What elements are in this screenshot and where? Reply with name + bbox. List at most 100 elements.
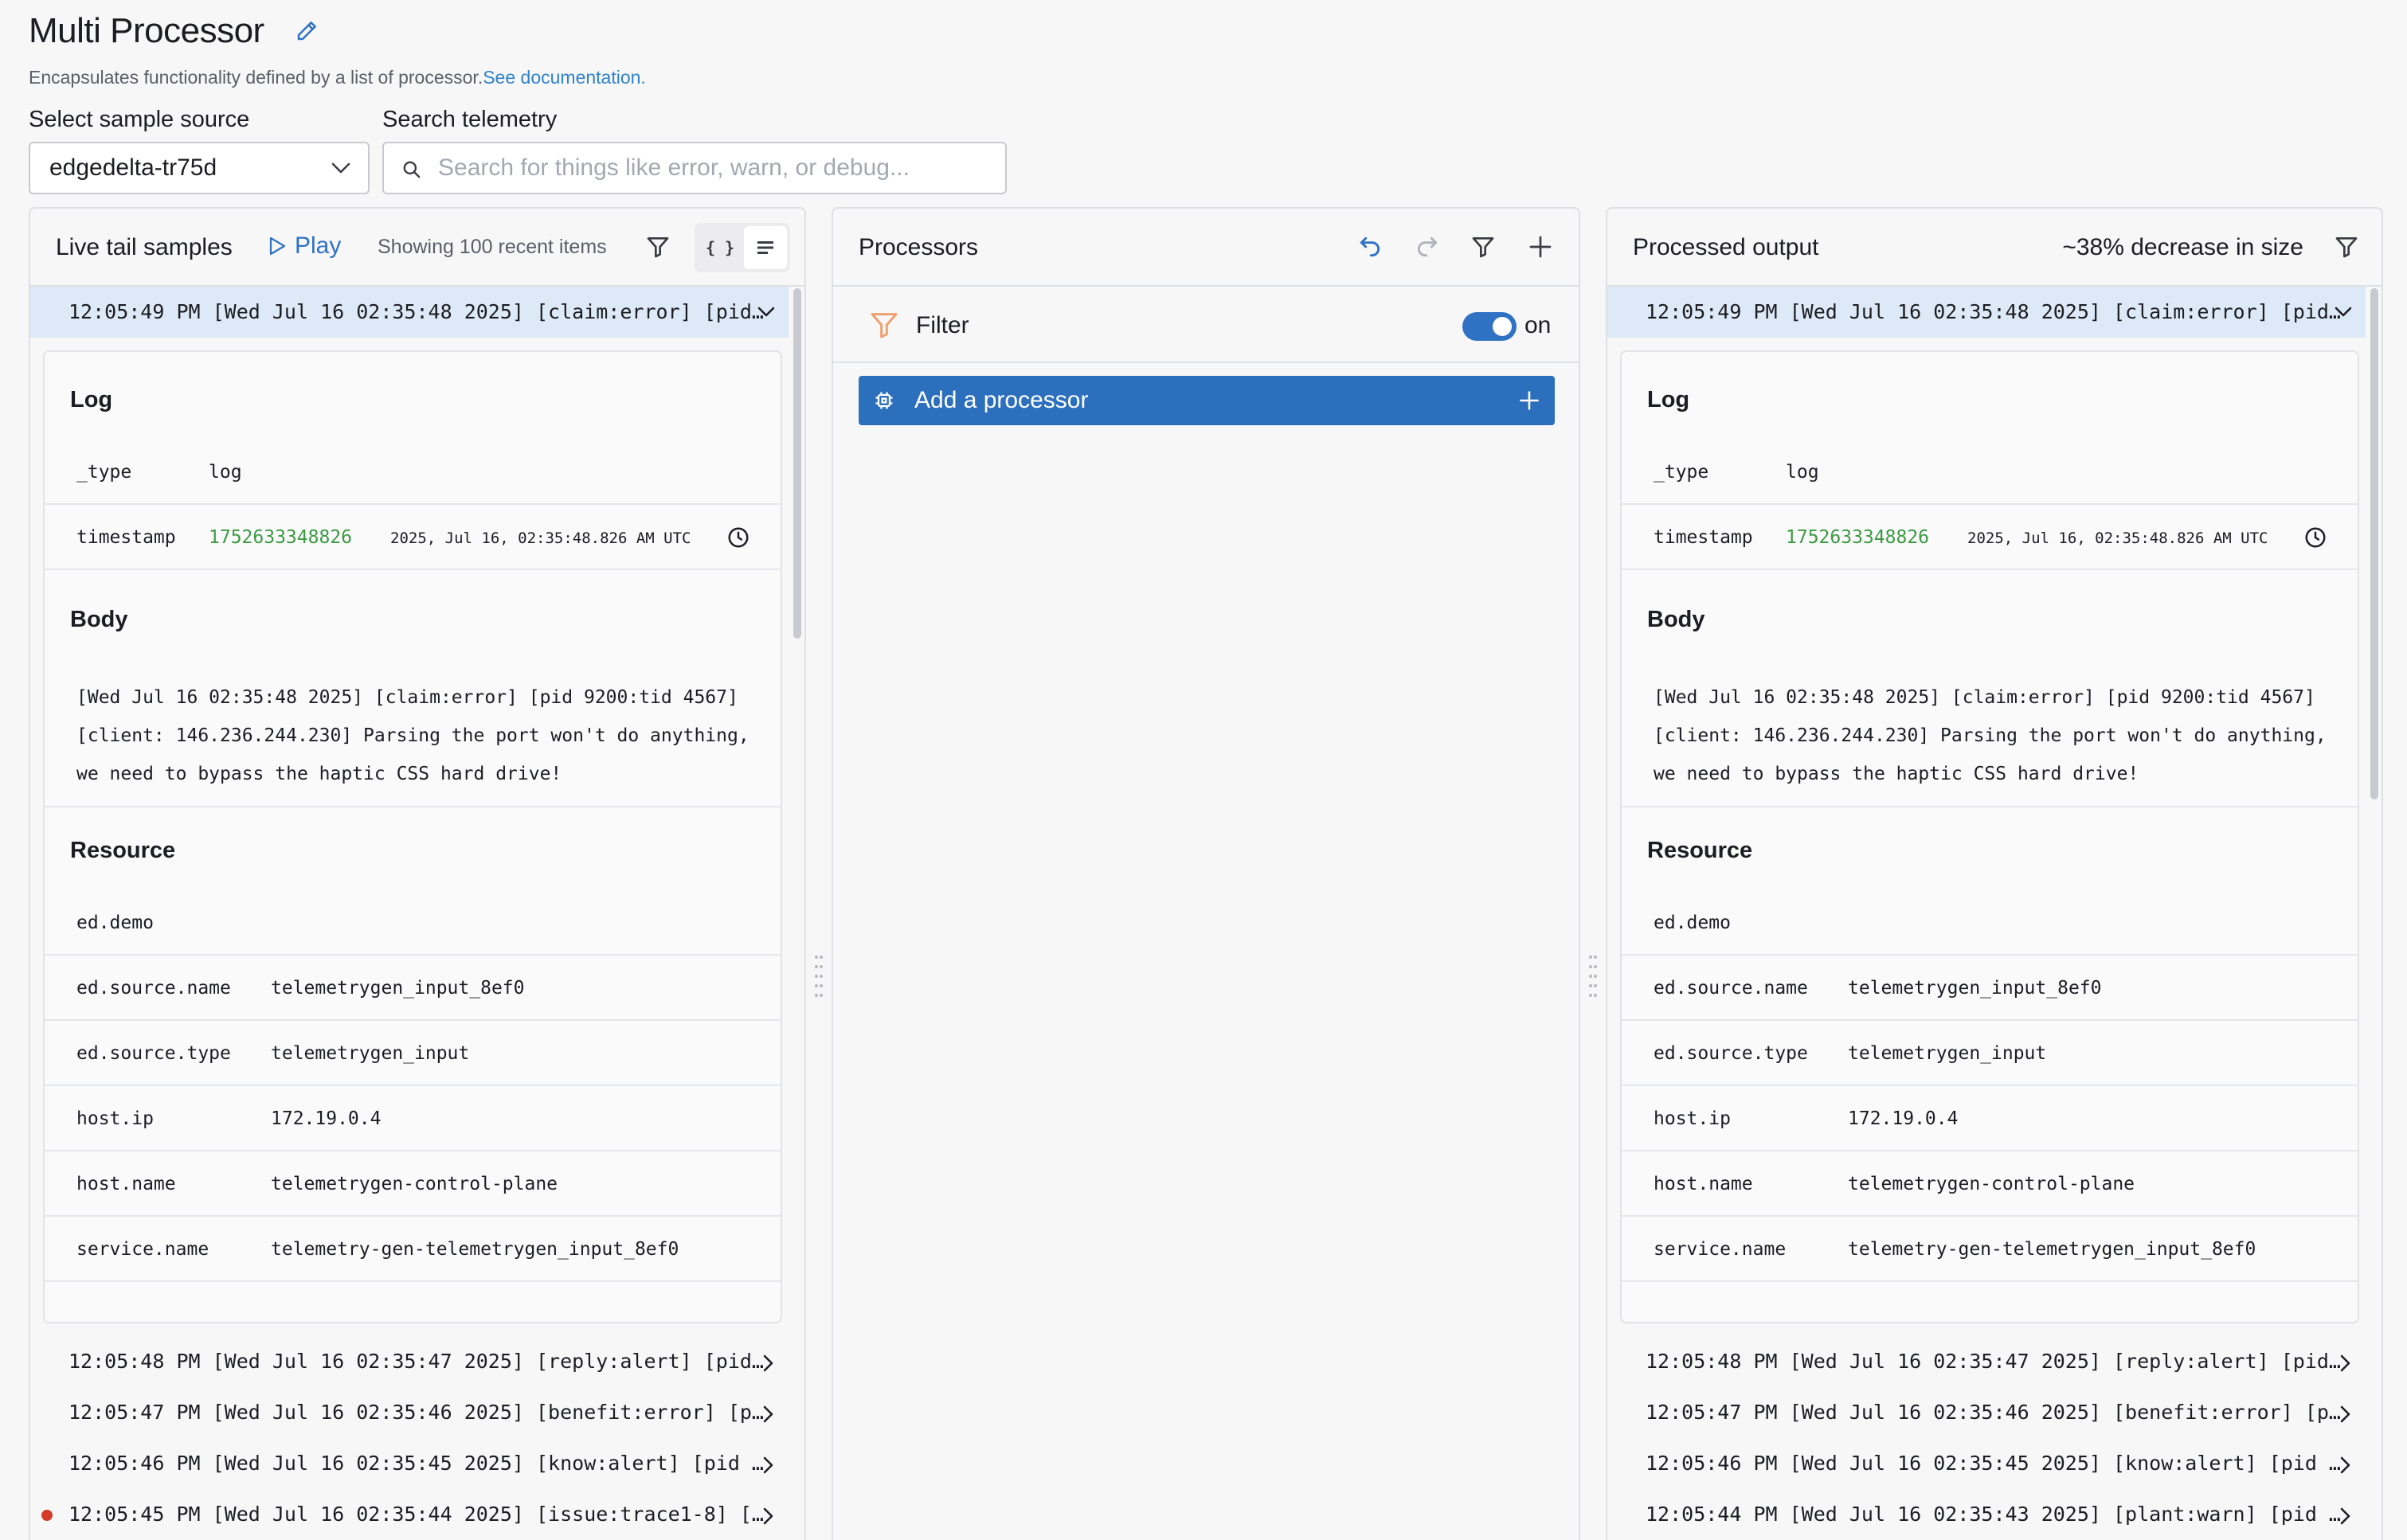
timestamp-row: timestamp 1752633348826 2025, Jul 16, 02… [1622, 505, 2358, 570]
clock-icon[interactable] [726, 526, 750, 549]
log-row[interactable]: 12:05:45 PM [Wed Jul 16 02:35:44 2025] [… [30, 1489, 789, 1540]
resource-key: ed.source.type [76, 1043, 231, 1064]
scrollbar[interactable] [793, 288, 801, 639]
json-view-icon[interactable]: { } [698, 226, 742, 269]
drag-handle-icon[interactable] [814, 952, 824, 1005]
page-subtitle: Encapsulates functionality defined by a … [29, 67, 646, 88]
resource-section-title: Resource [70, 838, 176, 863]
type-value: log [209, 462, 242, 483]
error-dot [41, 1510, 53, 1521]
log-row[interactable]: 12:05:47 PM [Wed Jul 16 02:35:46 2025] [… [1607, 1387, 2366, 1438]
log-row[interactable]: 12:05:48 PM [Wed Jul 16 02:35:47 2025] [… [30, 1336, 789, 1387]
processed-output-title: Processed output [1633, 234, 1819, 260]
clock-icon[interactable] [2303, 526, 2327, 549]
redo-icon[interactable] [1415, 234, 1440, 260]
resource-value: 172.19.0.4 [271, 1108, 382, 1129]
plus-icon[interactable] [1528, 234, 1553, 260]
filter-label: Filter [916, 312, 969, 338]
body-section-title: Body [70, 607, 128, 632]
chevron-down-icon [2335, 307, 2352, 317]
play-label: Play [295, 233, 342, 259]
selected-log-row[interactable]: 12:05:49 PM [Wed Jul 16 02:35:48 2025] [… [1607, 287, 2366, 338]
resource-key: service.name [1654, 1239, 1787, 1260]
resource-value: telemetry-gen-telemetrygen_input_8ef0 [271, 1239, 679, 1260]
log-row-text: 12:05:48 PM [Wed Jul 16 02:35:47 2025] [… [68, 1350, 764, 1373]
log-row-text: 12:05:49 PM [Wed Jul 16 02:35:48 2025] [… [68, 300, 764, 323]
plus-icon [1520, 391, 1539, 410]
search-telemetry-box[interactable] [382, 142, 1007, 194]
resource-key: ed.demo [76, 913, 154, 933]
page-header: Multi Processor [29, 11, 319, 51]
log-row[interactable]: 12:05:44 PM [Wed Jul 16 02:35:43 2025] [… [1607, 1489, 2366, 1540]
resource-section-title: Resource [1647, 838, 1753, 863]
chevron-right-icon [2340, 1456, 2350, 1474]
log-row-text: 12:05:44 PM [Wed Jul 16 02:35:43 2025] [… [1646, 1503, 2341, 1526]
log-row-text: 12:05:46 PM [Wed Jul 16 02:35:45 2025] [… [1646, 1452, 2341, 1475]
resource-value: telemetrygen-control-plane [271, 1174, 558, 1194]
list-view-icon[interactable] [744, 226, 787, 269]
log-row[interactable]: 12:05:47 PM [Wed Jul 16 02:35:46 2025] [… [30, 1387, 789, 1438]
chevron-right-icon [2340, 1405, 2350, 1423]
log-row[interactable]: 12:05:46 PM [Wed Jul 16 02:35:45 2025] [… [1607, 1438, 2366, 1489]
resource-row: host.ip 172.19.0.4 [45, 1086, 781, 1151]
documentation-link[interactable]: See documentation. [483, 67, 646, 88]
log-row[interactable]: 12:05:46 PM [Wed Jul 16 02:35:45 2025] [… [30, 1438, 789, 1489]
resource-value: telemetry-gen-telemetrygen_input_8ef0 [1848, 1239, 2256, 1260]
processed-output-panel: Processed output ~38% decrease in size 1… [1606, 207, 2383, 1540]
resource-value: 172.19.0.4 [1848, 1108, 1959, 1129]
chevron-down-icon [331, 162, 350, 174]
resource-row: ed.source.type telemetrygen_input [45, 1021, 781, 1086]
resource-key: ed.source.type [1654, 1043, 1808, 1064]
search-input[interactable] [438, 143, 988, 193]
resource-value: telemetrygen_input [1848, 1043, 2047, 1064]
resource-row: ed.source.name telemetrygen_input_8ef0 [1622, 956, 2358, 1021]
search-icon [403, 161, 421, 178]
timestamp-human: 2025, Jul 16, 02:35:48.826 AM UTC [390, 530, 691, 547]
sample-source-select[interactable]: edgedelta-tr75d [29, 142, 370, 194]
resource-row: host.ip 172.19.0.4 [1622, 1086, 2358, 1151]
processor-chip-icon [875, 392, 893, 409]
processors-panel: Processors Filter on Add a processor [832, 207, 1580, 1540]
filter-icon [871, 313, 898, 338]
timestamp-value: 1752633348826 [1786, 527, 1930, 548]
log-row-text: 12:05:47 PM [Wed Jul 16 02:35:46 2025] [… [68, 1401, 764, 1424]
resource-value: telemetrygen_input_8ef0 [1848, 978, 2102, 999]
live-tail-panel: Live tail samples Play Showing 100 recen… [29, 207, 806, 1540]
scrollbar[interactable] [2370, 288, 2378, 799]
log-row[interactable]: 12:05:48 PM [Wed Jul 16 02:35:47 2025] [… [1607, 1336, 2366, 1387]
type-key: _type [76, 462, 132, 483]
add-processor-button[interactable]: Add a processor [859, 376, 1555, 425]
selected-log-row[interactable]: 12:05:49 PM [Wed Jul 16 02:35:48 2025] [… [30, 287, 789, 338]
resource-row: service.name telemetry-gen-telemetrygen_… [45, 1217, 781, 1282]
timestamp-key: timestamp [1654, 527, 1753, 548]
processors-title: Processors [859, 234, 979, 260]
drag-handle-icon[interactable] [1588, 952, 1598, 1005]
filter-icon[interactable] [2334, 234, 2359, 260]
filter-icon[interactable] [1470, 234, 1496, 260]
chevron-right-icon [2340, 1507, 2350, 1525]
view-toggle: { } [695, 223, 790, 272]
undo-icon[interactable] [1357, 234, 1383, 260]
resource-row: ed.source.type telemetrygen_input [1622, 1021, 2358, 1086]
filter-toggle[interactable] [1462, 312, 1517, 341]
filter-state: on [1524, 312, 1552, 338]
resource-key: host.ip [76, 1108, 154, 1129]
log-section-title: Log [70, 387, 113, 412]
resource-row: ed.source.name telemetrygen_input_8ef0 [45, 956, 781, 1021]
subtitle-text: Encapsulates functionality defined by a … [29, 67, 483, 88]
log-row-text: 12:05:47 PM [Wed Jul 16 02:35:46 2025] [… [1646, 1401, 2341, 1424]
resource-row: service.name telemetry-gen-telemetrygen_… [1622, 1217, 2358, 1282]
body-text: [Wed Jul 16 02:35:48 2025] [claim:error]… [1654, 687, 2327, 784]
filter-processor-row[interactable]: Filter on [833, 287, 1579, 363]
resource-key: service.name [76, 1239, 209, 1260]
chevron-down-icon [757, 307, 775, 317]
page-title: Multi Processor [29, 11, 264, 50]
edit-icon[interactable] [295, 19, 319, 43]
filter-icon[interactable] [645, 234, 671, 260]
processed-output-header: Processed output ~38% decrease in size [1607, 209, 2382, 287]
type-value: log [1786, 462, 1819, 483]
resource-value: telemetrygen_input_8ef0 [271, 978, 525, 999]
play-button[interactable]: Play [268, 233, 341, 260]
source-label: Select sample source [29, 107, 250, 132]
type-row: _type log [45, 440, 781, 505]
